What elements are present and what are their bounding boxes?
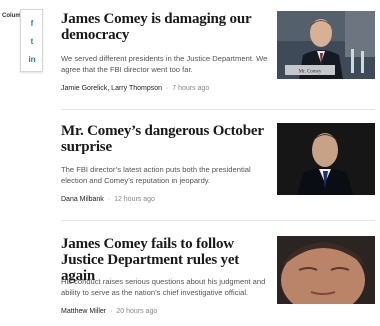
timestamp: 20 hours ago [116, 308, 158, 315]
divider [61, 220, 375, 221]
article-photo[interactable]: Mr. Comey [277, 11, 375, 79]
timestamp: 7 hours ago [172, 85, 210, 92]
share-rail: f t in [20, 9, 43, 72]
article-photo[interactable] [277, 236, 375, 304]
article-blurb: The FBI director’s latest action puts bo… [61, 165, 251, 185]
divider [61, 109, 375, 110]
nameplate-text: Mr. Comey [299, 70, 322, 75]
author-link[interactable]: Jamie Gorelick, Larry Thompson [61, 85, 162, 92]
byline-separator: · [110, 308, 113, 315]
author-link[interactable]: Dana Milbank [61, 196, 104, 203]
author-link[interactable]: Matthew Miller [61, 308, 106, 315]
article-photo[interactable] [277, 123, 375, 195]
article-blurb: His conduct raises serious questions abo… [61, 277, 266, 297]
article-blurb: We served different presidents in the Ju… [61, 54, 268, 74]
article-byline: Matthew Miller · 20 hours ago [61, 308, 157, 315]
article-byline: Dana Milbank · 12 hours ago [61, 196, 155, 203]
timestamp: 12 hours ago [114, 196, 155, 203]
byline-separator: · [165, 85, 169, 92]
article-headline[interactable]: James Comey is damaging our democracy [61, 11, 271, 43]
twitter-icon[interactable]: t [27, 36, 37, 46]
linkedin-icon[interactable]: in [27, 54, 37, 64]
byline-separator: · [107, 196, 111, 203]
article-byline: Jamie Gorelick, Larry Thompson · 7 hours… [61, 85, 209, 92]
facebook-icon[interactable]: f [27, 18, 37, 28]
article-headline[interactable]: Mr. Comey’s dangerous October surprise [61, 123, 271, 155]
